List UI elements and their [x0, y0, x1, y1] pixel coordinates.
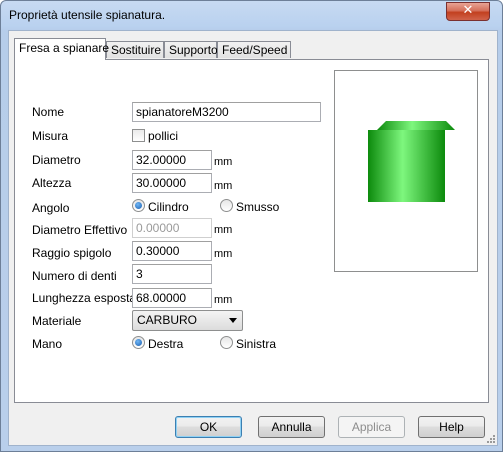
tab-panel: Nome spianatoreM3200 Misura pollici Diam…	[14, 59, 489, 403]
altezza-unit: mm	[214, 180, 233, 192]
lunghezza-esposta-field[interactable]: 68.00000	[132, 288, 212, 308]
ok-button[interactable]: OK	[175, 416, 242, 438]
cancel-button[interactable]: Annulla	[258, 416, 325, 438]
diametro-effettivo-field: 0.00000	[132, 218, 212, 238]
chevron-down-icon	[229, 318, 237, 323]
close-icon: ✕	[462, 3, 474, 18]
title-bar[interactable]: Proprietà utensile spianatura. ✕	[1, 1, 502, 29]
apply-button: Applica	[338, 416, 405, 438]
smusso-radio[interactable]	[220, 199, 233, 212]
raggio-spigolo-field[interactable]: 0.30000	[132, 241, 212, 261]
materiale-selected-value: CARBURO	[137, 313, 198, 327]
diametro-effettivo-label: Diametro Effettivo	[32, 223, 128, 237]
lunghezza-esposta-label: Lunghezza esposta	[32, 291, 137, 305]
mano-label: Mano	[32, 337, 63, 351]
altezza-field[interactable]: 30.00000	[132, 173, 212, 193]
dialog-window: Proprietà utensile spianatura. ✕ Fresa a…	[0, 0, 503, 452]
destra-label[interactable]: Destra	[148, 337, 183, 351]
cilindro-radio[interactable]	[132, 199, 145, 212]
materiale-label: Materiale	[32, 314, 82, 328]
numero-denti-label: Numero di denti	[32, 269, 117, 283]
materiale-select[interactable]: CARBURO	[132, 310, 243, 331]
help-button[interactable]: Help	[418, 416, 485, 438]
destra-radio[interactable]	[132, 336, 145, 349]
nome-field[interactable]: spianatoreM3200	[132, 102, 321, 122]
raggio-spigolo-label: Raggio spigolo	[32, 246, 112, 260]
cilindro-label[interactable]: Cilindro	[148, 200, 189, 214]
numero-denti-field[interactable]: 3	[132, 264, 212, 284]
tab-supporto[interactable]: Supporto	[164, 41, 218, 58]
cylinder-body	[368, 130, 445, 202]
sinistra-radio[interactable]	[220, 336, 233, 349]
diametro-field[interactable]: 32.00000	[132, 150, 212, 170]
dialog-client-area: Fresa a spianare Sostituire Supporto Fee…	[8, 30, 498, 446]
lunghezza-esposta-unit: mm	[214, 294, 233, 306]
misura-label: Misura	[32, 129, 69, 143]
pollici-label[interactable]: pollici	[148, 129, 178, 143]
close-button[interactable]: ✕	[446, 2, 490, 21]
window-title: Proprietà utensile spianatura.	[9, 8, 166, 22]
tool-preview-drawing	[368, 121, 455, 202]
smusso-label[interactable]: Smusso	[236, 200, 279, 214]
tab-fresa-a-spianare[interactable]: Fresa a spianare	[14, 38, 109, 60]
tab-sostituire[interactable]: Sostituire	[106, 41, 164, 58]
raggio-spigolo-unit: mm	[214, 248, 233, 260]
tool-preview	[334, 70, 478, 272]
angolo-label: Angolo	[32, 201, 70, 215]
resize-grip-icon[interactable]	[485, 433, 495, 443]
cylinder-top-chamfer	[377, 121, 455, 130]
diametro-unit: mm	[214, 156, 233, 168]
nome-label: Nome	[32, 105, 65, 119]
tab-feed-speed[interactable]: Feed/Speed	[217, 41, 291, 58]
diametro-label: Diametro	[32, 153, 81, 167]
diametro-effettivo-unit: mm	[214, 224, 233, 236]
sinistra-label[interactable]: Sinistra	[236, 337, 276, 351]
pollici-checkbox[interactable]	[132, 129, 145, 142]
altezza-label: Altezza	[32, 176, 72, 190]
